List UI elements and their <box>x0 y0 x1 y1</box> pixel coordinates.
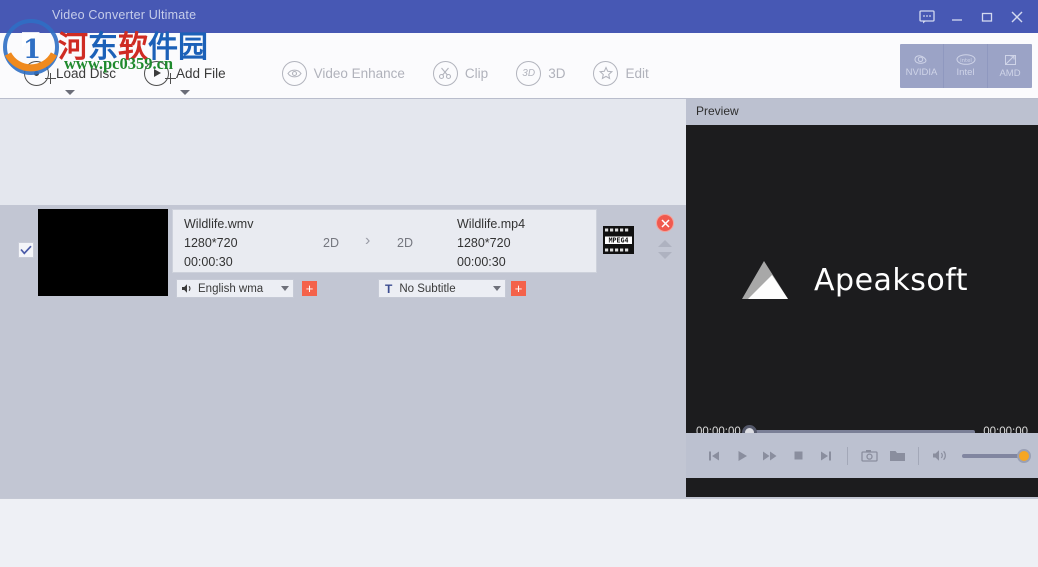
app-title: Video Converter Ultimate <box>52 8 197 22</box>
apeaksoft-logo: Apeaksoft <box>740 259 968 301</box>
file-list-panel: Wildlife.wmv 1280*720 00:00:30 2D › 2D W… <box>0 99 686 498</box>
open-folder-button[interactable] <box>883 441 911 471</box>
target-duration: 00:00:30 <box>457 255 506 269</box>
table-row[interactable] <box>0 99 686 205</box>
svg-text:intel: intel <box>960 58 972 64</box>
mountain-logo-icon <box>742 261 788 299</box>
source-dimension: 2D <box>323 236 339 250</box>
toolbar-item-clip[interactable]: Clip <box>419 33 502 99</box>
disc-plus-icon <box>24 60 56 86</box>
bottom-bar: Profile: MPEG MPEG-4 Video (*.mp4) Setti… <box>0 498 1038 567</box>
speaker-icon <box>182 284 191 293</box>
source-resolution: 1280*720 <box>184 236 238 250</box>
row-checkbox[interactable] <box>18 242 34 258</box>
toolbar-item-label: Add File <box>176 65 226 81</box>
toolbar-item-label: Clip <box>464 65 489 81</box>
3d-icon: 3D <box>516 60 542 86</box>
gpu-button-label: Intel <box>956 67 975 78</box>
volume-button[interactable] <box>926 441 954 471</box>
main-toolbar: Load Disc Add File Video Enhance Clip 3D… <box>0 33 1038 99</box>
toolbar-item-label: 3D <box>548 65 566 81</box>
volume-slider[interactable] <box>962 448 1031 463</box>
audio-track-label: English wma <box>198 282 264 295</box>
toolbar-item-label: Load Disc <box>56 65 117 81</box>
subtitle-track-select[interactable]: T No Subtitle <box>378 279 506 298</box>
play-button[interactable] <box>728 441 756 471</box>
snapshot-button[interactable] <box>855 441 883 471</box>
feedback-icon[interactable] <box>912 0 942 33</box>
toolbar-item-video-enhance[interactable]: Video Enhance <box>268 33 419 99</box>
text-t-icon: T <box>385 281 393 296</box>
app-window: Video Converter Ultimate Load Disc Add F… <box>0 0 1038 567</box>
svg-text:MPEG4: MPEG4 <box>609 237 629 245</box>
source-file-name: Wildlife.wmv <box>184 217 254 231</box>
move-row-controls <box>658 238 674 264</box>
toolbar-item-load-disc[interactable]: Load Disc <box>10 33 130 99</box>
scissors-icon <box>432 60 458 86</box>
toolbar-item-label: Edit <box>625 65 649 81</box>
gpu-button-label: AMD <box>999 67 1021 79</box>
player-controls <box>686 433 1038 478</box>
next-button[interactable] <box>812 441 840 471</box>
preview-header: Preview <box>686 99 1038 125</box>
minimize-button[interactable] <box>942 0 972 33</box>
gpu-button-nvidia[interactable]: NVIDIA <box>900 44 944 88</box>
chevron-down-icon[interactable] <box>65 90 76 95</box>
gpu-button-intel[interactable]: intel Intel <box>944 44 988 88</box>
conversion-arrow-icon: › <box>365 232 371 249</box>
previous-button[interactable] <box>700 441 728 471</box>
close-button[interactable] <box>1002 0 1032 33</box>
target-resolution: 1280*720 <box>457 236 511 250</box>
chevron-down-icon[interactable] <box>493 286 501 291</box>
remove-file-button[interactable] <box>656 214 674 232</box>
title-bar: Video Converter Ultimate <box>0 0 1038 33</box>
stop-button[interactable] <box>784 441 812 471</box>
target-dimension: 2D <box>397 236 413 250</box>
play-plus-icon <box>144 60 177 86</box>
chevron-down-icon[interactable] <box>179 90 190 95</box>
maximize-button[interactable] <box>972 0 1002 33</box>
star-icon <box>593 60 619 86</box>
volume-handle[interactable] <box>1017 448 1031 463</box>
toolbar-item-3d[interactable]: 3D 3D <box>502 33 579 99</box>
divider <box>847 446 848 465</box>
move-down-button[interactable] <box>658 252 672 259</box>
video-thumbnail[interactable] <box>38 209 168 296</box>
move-up-button[interactable] <box>658 240 672 247</box>
toolbar-items: Load Disc Add File Video Enhance Clip 3D… <box>10 33 663 99</box>
subtitle-track-label: No Subtitle <box>399 282 456 295</box>
target-file-name: Wildlife.mp4 <box>457 217 526 231</box>
toolbar-item-edit[interactable]: Edit <box>579 33 662 99</box>
enhance-icon <box>281 60 307 86</box>
file-info-box: Wildlife.wmv 1280*720 00:00:30 2D › 2D W… <box>172 209 597 273</box>
gpu-button-amd[interactable]: AMD <box>988 44 1032 88</box>
window-controls <box>912 0 1032 33</box>
toolbar-item-label: Video Enhance <box>313 65 405 81</box>
audio-track-select[interactable]: English wma <box>176 279 294 298</box>
source-duration: 00:00:30 <box>184 255 233 269</box>
add-audio-track-button[interactable] <box>302 281 317 296</box>
chevron-down-icon[interactable] <box>281 286 289 291</box>
apeaksoft-wordmark: Apeaksoft <box>814 262 969 298</box>
gpu-button-label: NVIDIA <box>905 67 938 78</box>
mpeg4-filmstrip-icon: MPEG4 <box>603 226 634 254</box>
add-subtitle-button[interactable] <box>511 281 526 296</box>
fast-forward-button[interactable] <box>756 441 784 471</box>
divider <box>918 446 919 465</box>
gpu-acceleration-group: NVIDIA intel Intel AMD <box>900 44 1032 88</box>
toolbar-item-add-file[interactable]: Add File <box>130 33 240 99</box>
preview-panel: Preview Apeaksoft 00:00:00 00:00:00 <box>686 99 1038 498</box>
